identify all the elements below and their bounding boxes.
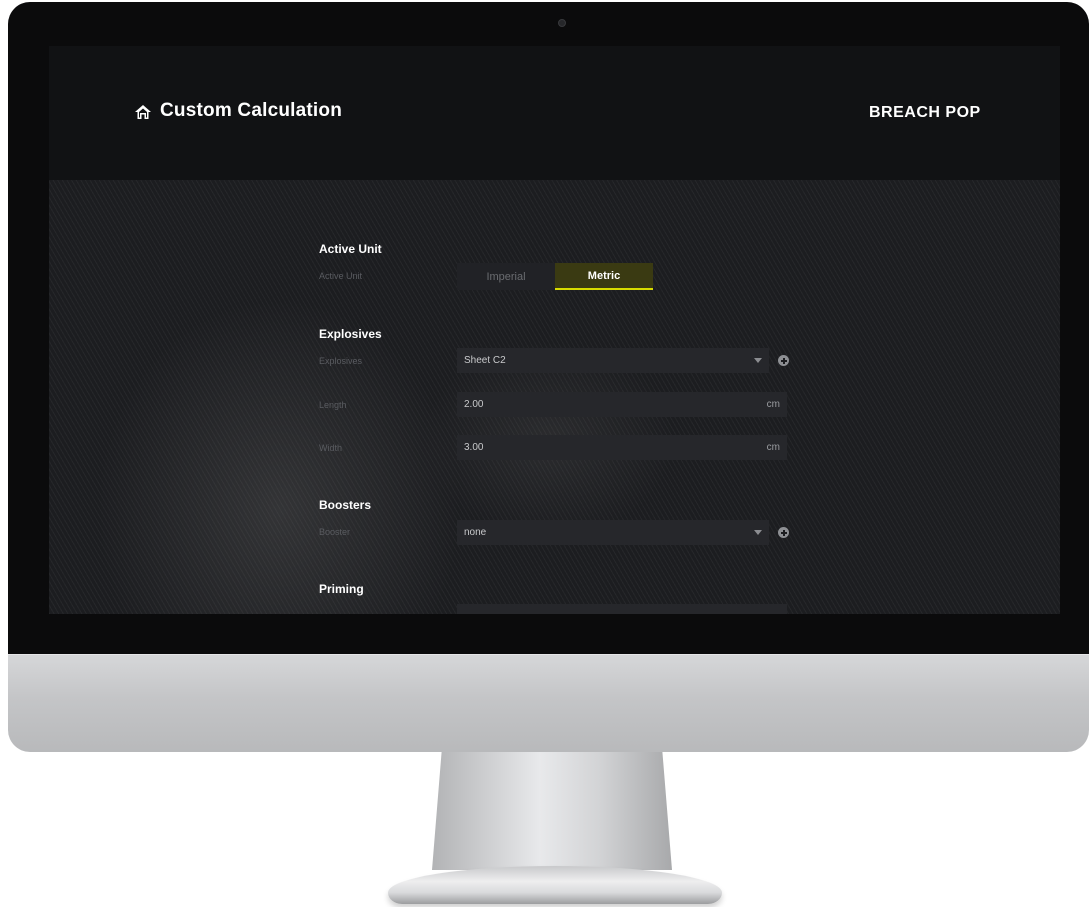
monitor-stand-base [388, 866, 722, 904]
section-title-active-unit: Active Unit [319, 242, 382, 256]
brand-logo: BREACH POP [869, 104, 981, 121]
chevron-down-icon [754, 358, 762, 363]
add-booster-icon[interactable] [778, 527, 789, 538]
booster-label: Booster [319, 527, 351, 537]
chevron-down-icon [754, 530, 762, 535]
width-unit: cm [766, 442, 780, 453]
app-header: Custom Calculation BREACH POP [49, 46, 1060, 180]
priming-select[interactable] [457, 604, 787, 614]
length-input[interactable]: 2.00 cm [457, 392, 787, 417]
add-explosive-icon[interactable] [778, 355, 789, 366]
active-unit-label: Active Unit [319, 271, 363, 281]
section-title-priming: Priming [319, 582, 364, 596]
booster-select-value: none [464, 527, 487, 538]
width-value: 3.00 [464, 442, 484, 453]
monitor-chin [8, 654, 1089, 752]
home-icon[interactable] [134, 104, 152, 120]
length-value: 2.00 [464, 399, 484, 410]
section-title-boosters: Boosters [319, 498, 372, 512]
booster-select[interactable]: none [457, 520, 769, 545]
unit-option-imperial[interactable]: Imperial [457, 263, 555, 290]
section-title-explosives: Explosives [319, 327, 382, 341]
explosive-select-value: Sheet C2 [464, 355, 506, 366]
unit-option-metric[interactable]: Metric [555, 263, 653, 290]
length-unit: cm [766, 399, 780, 410]
camera-dot [558, 19, 566, 27]
width-input[interactable]: 3.00 cm [457, 435, 787, 460]
unit-segmented-control: Imperial Metric [457, 263, 653, 290]
explosive-select[interactable]: Sheet C2 [457, 348, 769, 373]
monitor-stand-neck [432, 752, 672, 870]
page-title: Custom Calculation [160, 100, 343, 121]
length-label: Length [319, 400, 347, 410]
explosive-label: Explosives [319, 356, 363, 366]
width-label: Width [319, 443, 343, 453]
calculation-form: Active Unit Active Unit Imperial Metric … [49, 180, 1060, 614]
app-screen: Custom Calculation BREACH POP Active Uni… [49, 46, 1060, 614]
